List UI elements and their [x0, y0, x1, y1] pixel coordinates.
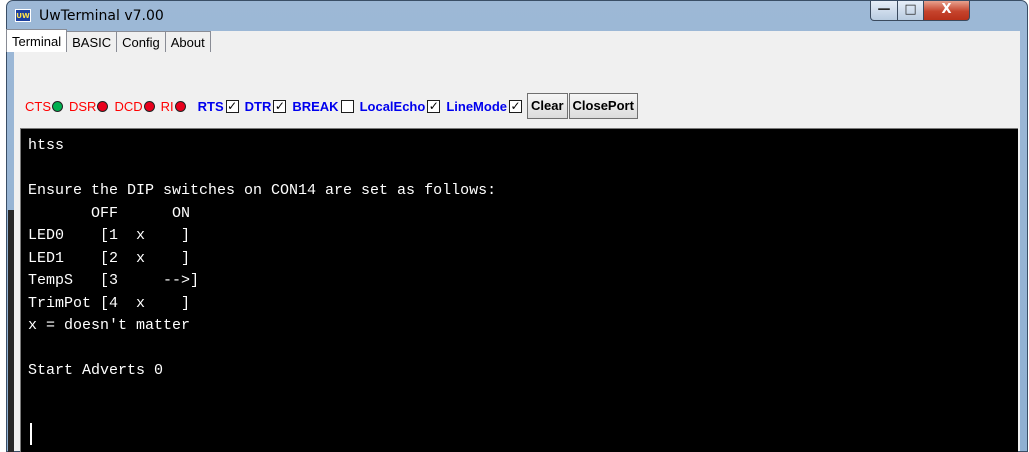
tab-terminal[interactable]: Terminal — [6, 29, 68, 52]
terminal-line: TempS [3 -->] — [28, 272, 200, 289]
rts-label: RTS — [197, 98, 224, 114]
tab-bar: Terminal BASIC Config About — [6, 29, 211, 53]
terminal-line: TrimPot [4 x ] — [28, 294, 191, 312]
tab-about[interactable]: About — [164, 31, 211, 52]
break-label: BREAK — [292, 98, 339, 114]
title-bar[interactable]: UW UwTerminal v7.00 — □ X — [7, 1, 1027, 31]
close-icon: X — [941, 2, 952, 17]
linemode-checkbox[interactable]: ✓ — [509, 99, 522, 113]
terminal-line: htss — [28, 137, 65, 154]
maximize-button[interactable]: □ — [897, 1, 924, 21]
cts-label: CTS — [25, 98, 51, 114]
text-cursor — [30, 423, 32, 445]
terminal-output[interactable]: htss Ensure the DIP switches on CON14 ar… — [20, 128, 1018, 452]
terminal-line: Start Adverts 0 — [28, 362, 164, 379]
terminal-line: LED0 [1 x ] — [28, 227, 191, 244]
maximize-icon: □ — [904, 2, 917, 17]
localecho-checkbox[interactable]: ✓ — [427, 99, 441, 113]
ri-lamp-icon — [174, 100, 186, 112]
dcd-label: DCD — [114, 98, 143, 114]
terminal-line: Ensure the DIP switches on CON14 are set… — [28, 182, 497, 199]
terminal-line: LED1 [2 x ] — [28, 249, 191, 267]
cts-lamp-icon — [52, 100, 63, 112]
close-button[interactable]: X — [923, 1, 970, 21]
window-edge — [8, 210, 14, 452]
dtr-checkbox[interactable]: ✓ — [273, 99, 287, 113]
break-checkbox[interactable] — [340, 99, 354, 113]
dsr-label: DSR — [69, 98, 97, 114]
ri-label: RI — [160, 98, 174, 114]
rts-checkbox[interactable]: ✓ — [225, 99, 239, 113]
linemode-label: LineMode — [446, 98, 507, 114]
tab-config[interactable]: Config — [116, 31, 166, 52]
clear-button[interactable]: Clear — [527, 93, 568, 119]
minimize-button[interactable]: — — [870, 1, 898, 21]
terminal-line: x = doesn't matter — [28, 317, 191, 334]
tab-basic[interactable]: BASIC — [66, 31, 118, 52]
minimize-icon: — — [877, 2, 891, 17]
app-icon: UW — [15, 9, 31, 22]
dcd-lamp-icon — [143, 100, 155, 112]
terminal-line: OFF ON — [28, 204, 191, 222]
window-title: UwTerminal v7.00 — [39, 8, 164, 24]
closeport-button[interactable]: ClosePort — [568, 93, 638, 119]
localecho-label: LocalEcho — [359, 98, 426, 114]
terminal-text: htss Ensure the DIP switches on CON14 ar… — [28, 135, 496, 383]
dtr-label: DTR — [244, 98, 272, 114]
dsr-lamp-icon — [97, 100, 109, 112]
